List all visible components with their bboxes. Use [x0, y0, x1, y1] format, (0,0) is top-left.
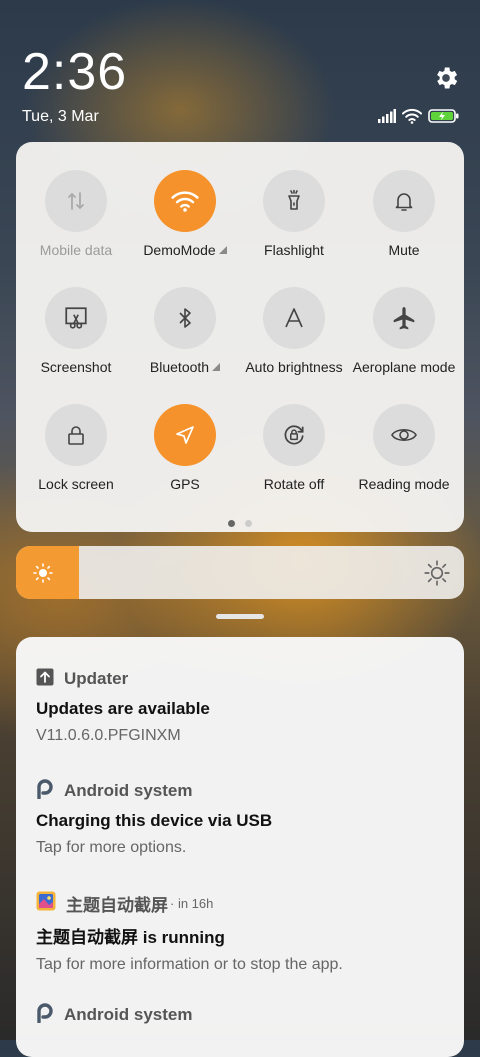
- notification-app-name: Updater: [64, 669, 129, 688]
- app-theme-icon: [36, 891, 56, 916]
- tile-auto-brightness[interactable]: Auto brightness: [239, 287, 349, 397]
- tile-label: Rotate off: [263, 476, 325, 492]
- tile-flashlight[interactable]: Flashlight: [239, 170, 349, 280]
- tile-label: Mobile data: [39, 242, 113, 258]
- mobile-data-icon: [45, 170, 107, 232]
- notification-title: 主题自动截屏 is running: [36, 928, 225, 947]
- notification-text: Tap for more options.: [36, 839, 187, 856]
- tile-label: Mute: [388, 242, 420, 258]
- android-system-icon: [36, 778, 54, 804]
- location-icon: [154, 404, 216, 466]
- quick-settings-panel: Mobile data DemoMode Flashlight Mute Scr…: [16, 142, 464, 532]
- tile-mobile-data[interactable]: Mobile data: [21, 170, 131, 280]
- tile-label: Reading mode: [358, 476, 450, 492]
- notification-header: Android system: [36, 778, 456, 804]
- tile-demomode[interactable]: DemoMode: [130, 170, 240, 280]
- drag-handle[interactable]: [216, 614, 264, 619]
- tile-label: Aeroplane mode: [352, 359, 456, 375]
- eye-icon: [373, 404, 435, 466]
- tile-mute[interactable]: Mute: [349, 170, 459, 280]
- upload-arrow-icon: [36, 668, 54, 691]
- notification-app-name: 主题自动截屏: [66, 895, 168, 915]
- date-label: Tue, 3 Mar: [22, 108, 99, 125]
- page-dot-2[interactable]: [245, 520, 252, 527]
- lock-icon: [45, 404, 107, 466]
- signal-icon: [378, 108, 396, 128]
- status-icons: [378, 108, 460, 128]
- brightness-slider[interactable]: [16, 546, 464, 599]
- notification-app-name: Android system: [64, 781, 193, 800]
- expand-triangle-icon: [212, 363, 221, 371]
- notification-android-system-2[interactable]: Android system: [36, 1002, 456, 1028]
- tile-label: Auto brightness: [245, 359, 343, 375]
- airplane-icon: [373, 287, 435, 349]
- tile-lock-screen[interactable]: Lock screen: [21, 404, 131, 514]
- tile-label: GPS: [170, 476, 200, 492]
- notification-header: Android system: [36, 1002, 456, 1028]
- brightness-low-icon: [32, 562, 54, 589]
- notification-app-name: Android system: [64, 1005, 193, 1024]
- tile-screenshot[interactable]: Screenshot: [21, 287, 131, 397]
- gear-icon[interactable]: [432, 64, 460, 92]
- notification-text: V11.0.6.0.PFGINXM: [36, 727, 181, 744]
- notification-header: 主题自动截屏 · in 16h: [36, 891, 456, 915]
- clock-time: 2:36: [22, 43, 128, 101]
- android-system-icon: [36, 1002, 54, 1028]
- page-indicator: [16, 520, 464, 527]
- screenshot-icon: [45, 287, 107, 349]
- wifi-icon: [402, 108, 422, 129]
- wifi-icon: [154, 170, 216, 232]
- notification-title: Updates are available: [36, 699, 210, 718]
- tile-rotate-off[interactable]: Rotate off: [239, 404, 349, 514]
- bell-icon: [373, 170, 435, 232]
- notification-time: · in 16h: [170, 895, 214, 911]
- notification-title: Charging this device via USB: [36, 811, 273, 830]
- battery-charging-icon: [428, 108, 460, 129]
- tile-label: DemoMode: [130, 242, 240, 258]
- bluetooth-icon: [154, 287, 216, 349]
- tile-gps[interactable]: GPS: [130, 404, 240, 514]
- tile-label: Screenshot: [40, 359, 112, 375]
- notification-list: Updater Updates are available V11.0.6.0.…: [16, 637, 464, 1057]
- expand-triangle-icon: [218, 246, 227, 254]
- tile-aeroplane-mode[interactable]: Aeroplane mode: [349, 287, 459, 397]
- brightness-high-icon: [424, 560, 450, 591]
- rotate-lock-icon: [263, 404, 325, 466]
- notification-updater[interactable]: Updater Updates are available V11.0.6.0.…: [36, 667, 456, 745]
- tile-reading-mode[interactable]: Reading mode: [349, 404, 459, 514]
- notification-android-system[interactable]: Android system Charging this device via …: [36, 778, 456, 857]
- tile-label: Lock screen: [38, 476, 114, 492]
- notification-theme-screenshot[interactable]: 主题自动截屏 · in 16h 主题自动截屏 is running Tap fo…: [36, 891, 456, 974]
- auto-brightness-icon: [263, 287, 325, 349]
- notification-text: Tap for more information or to stop the …: [36, 956, 343, 973]
- flashlight-icon: [263, 170, 325, 232]
- tile-label: Flashlight: [264, 242, 324, 258]
- tile-label: Bluetooth: [130, 359, 240, 375]
- tile-bluetooth[interactable]: Bluetooth: [130, 287, 240, 397]
- notification-header: Updater: [36, 667, 456, 691]
- page-dot-1[interactable]: [228, 520, 235, 527]
